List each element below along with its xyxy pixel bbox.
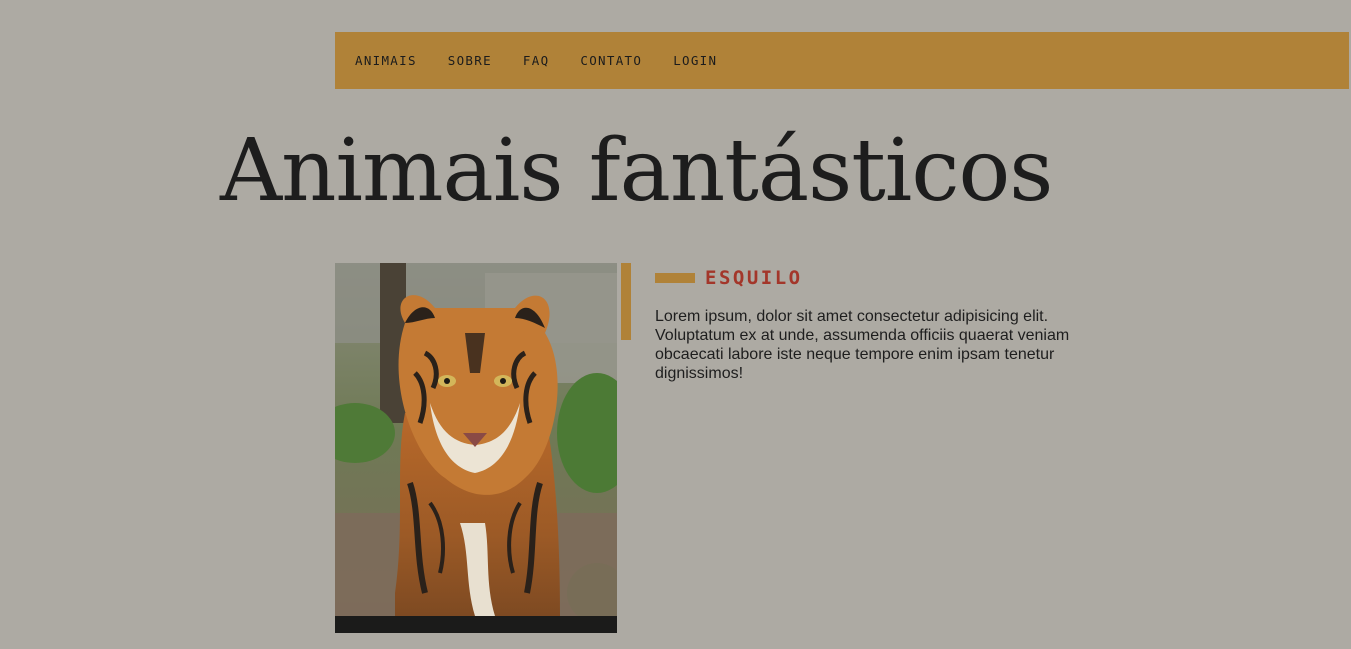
active-indicator-bar [621,263,631,340]
photo-bottom-strip [335,616,617,633]
tiger-image [335,263,617,633]
nav-link-animais[interactable]: ANIMAIS [355,53,417,68]
tiger-photo[interactable] [335,263,617,633]
main-menu: ANIMAIS SOBRE FAQ CONTATO LOGIN [335,32,1349,89]
animal-name: ESQUILO [705,267,803,289]
animal-heading: ESQUILO [655,263,803,293]
nav-link-sobre[interactable]: SOBRE [448,53,492,68]
nav-link-login[interactable]: LOGIN [673,53,717,68]
page-title: Animais fantásticos [220,121,1053,221]
animal-description: Lorem ipsum, dolor sit amet consectetur … [655,308,1070,382]
heading-accent-bar [655,273,695,283]
nav-link-contato[interactable]: CONTATO [580,53,642,68]
nav-link-faq[interactable]: FAQ [523,53,549,68]
